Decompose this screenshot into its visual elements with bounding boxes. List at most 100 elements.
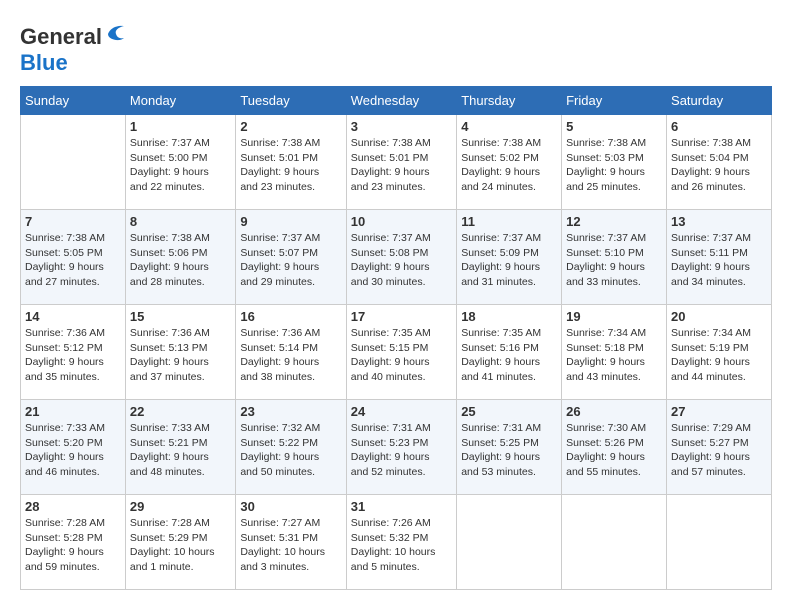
calendar-cell bbox=[562, 495, 667, 590]
day-number: 7 bbox=[25, 214, 121, 229]
logo-blue-text: Blue bbox=[20, 50, 68, 75]
calendar-cell: 16 Sunrise: 7:36 AMSunset: 5:14 PMDayligh… bbox=[236, 305, 346, 400]
day-info: Sunrise: 7:38 AMSunset: 5:01 PMDaylight:… bbox=[240, 136, 341, 195]
day-info: Sunrise: 7:29 AMSunset: 5:27 PMDaylight:… bbox=[671, 421, 767, 480]
day-info: Sunrise: 7:36 AMSunset: 5:14 PMDaylight:… bbox=[240, 326, 341, 385]
page-header: General Blue bbox=[20, 20, 772, 76]
column-header-wednesday: Wednesday bbox=[346, 87, 456, 115]
day-info: Sunrise: 7:31 AMSunset: 5:23 PMDaylight:… bbox=[351, 421, 452, 480]
day-info: Sunrise: 7:28 AMSunset: 5:29 PMDaylight:… bbox=[130, 516, 231, 575]
day-number: 13 bbox=[671, 214, 767, 229]
day-number: 8 bbox=[130, 214, 231, 229]
day-number: 27 bbox=[671, 404, 767, 419]
day-number: 21 bbox=[25, 404, 121, 419]
day-number: 1 bbox=[130, 119, 231, 134]
column-header-sunday: Sunday bbox=[21, 87, 126, 115]
calendar-cell: 7 Sunrise: 7:38 AMSunset: 5:05 PMDaylight… bbox=[21, 210, 126, 305]
day-info: Sunrise: 7:34 AMSunset: 5:18 PMDaylight:… bbox=[566, 326, 662, 385]
day-number: 5 bbox=[566, 119, 662, 134]
calendar-cell: 29 Sunrise: 7:28 AMSunset: 5:29 PMDayligh… bbox=[125, 495, 235, 590]
calendar-cell: 5 Sunrise: 7:38 AMSunset: 5:03 PMDaylight… bbox=[562, 115, 667, 210]
day-info: Sunrise: 7:32 AMSunset: 5:22 PMDaylight:… bbox=[240, 421, 341, 480]
day-info: Sunrise: 7:37 AMSunset: 5:08 PMDaylight:… bbox=[351, 231, 452, 290]
calendar-cell: 12 Sunrise: 7:37 AMSunset: 5:10 PMDayligh… bbox=[562, 210, 667, 305]
day-number: 29 bbox=[130, 499, 231, 514]
day-number: 11 bbox=[461, 214, 557, 229]
day-number: 10 bbox=[351, 214, 452, 229]
calendar-cell: 27 Sunrise: 7:29 AMSunset: 5:27 PMDayligh… bbox=[667, 400, 772, 495]
day-info: Sunrise: 7:33 AMSunset: 5:21 PMDaylight:… bbox=[130, 421, 231, 480]
calendar-cell bbox=[21, 115, 126, 210]
calendar-cell: 21 Sunrise: 7:33 AMSunset: 5:20 PMDayligh… bbox=[21, 400, 126, 495]
day-number: 31 bbox=[351, 499, 452, 514]
day-info: Sunrise: 7:36 AMSunset: 5:13 PMDaylight:… bbox=[130, 326, 231, 385]
calendar-cell bbox=[667, 495, 772, 590]
day-number: 16 bbox=[240, 309, 341, 324]
calendar-cell: 4Sunrise: 7:38 AMSunset: 5:02 PMDaylight… bbox=[457, 115, 562, 210]
day-info: Sunrise: 7:35 AMSunset: 5:16 PMDaylight:… bbox=[461, 326, 557, 385]
day-number: 24 bbox=[351, 404, 452, 419]
day-number: 2 bbox=[240, 119, 341, 134]
calendar-cell bbox=[457, 495, 562, 590]
calendar-week-row: 28 Sunrise: 7:28 AMSunset: 5:28 PMDayligh… bbox=[21, 495, 772, 590]
column-header-friday: Friday bbox=[562, 87, 667, 115]
calendar-cell: 25 Sunrise: 7:31 AMSunset: 5:25 PMDayligh… bbox=[457, 400, 562, 495]
day-number: 26 bbox=[566, 404, 662, 419]
day-number: 28 bbox=[25, 499, 121, 514]
day-number: 12 bbox=[566, 214, 662, 229]
day-number: 20 bbox=[671, 309, 767, 324]
day-info: Sunrise: 7:31 AMSunset: 5:25 PMDaylight:… bbox=[461, 421, 557, 480]
column-header-thursday: Thursday bbox=[457, 87, 562, 115]
calendar-cell: 13Sunrise: 7:37 AMSunset: 5:11 PMDayligh… bbox=[667, 210, 772, 305]
calendar-table: SundayMondayTuesdayWednesdayThursdayFrid… bbox=[20, 86, 772, 590]
calendar-cell: 26 Sunrise: 7:30 AMSunset: 5:26 PMDayligh… bbox=[562, 400, 667, 495]
calendar-cell: 10 Sunrise: 7:37 AMSunset: 5:08 PMDayligh… bbox=[346, 210, 456, 305]
column-header-monday: Monday bbox=[125, 87, 235, 115]
calendar-cell: 9 Sunrise: 7:37 AMSunset: 5:07 PMDaylight… bbox=[236, 210, 346, 305]
day-number: 15 bbox=[130, 309, 231, 324]
day-number: 9 bbox=[240, 214, 341, 229]
calendar-week-row: 21 Sunrise: 7:33 AMSunset: 5:20 PMDayligh… bbox=[21, 400, 772, 495]
calendar-cell: 18 Sunrise: 7:35 AMSunset: 5:16 PMDayligh… bbox=[457, 305, 562, 400]
day-info: Sunrise: 7:37 AMSunset: 5:10 PMDaylight:… bbox=[566, 231, 662, 290]
calendar-cell: 1 Sunrise: 7:37 AMSunset: 5:00 PMDaylight… bbox=[125, 115, 235, 210]
day-info: Sunrise: 7:38 AMSunset: 5:03 PMDaylight:… bbox=[566, 136, 662, 195]
day-number: 3 bbox=[351, 119, 452, 134]
day-number: 19 bbox=[566, 309, 662, 324]
logo: General Blue bbox=[20, 20, 128, 76]
calendar-cell: 24 Sunrise: 7:31 AMSunset: 5:23 PMDayligh… bbox=[346, 400, 456, 495]
logo-bird-icon bbox=[104, 20, 128, 44]
day-info: Sunrise: 7:28 AMSunset: 5:28 PMDaylight:… bbox=[25, 516, 121, 575]
calendar-cell: 22 Sunrise: 7:33 AMSunset: 5:21 PMDayligh… bbox=[125, 400, 235, 495]
calendar-cell: 2 Sunrise: 7:38 AMSunset: 5:01 PMDaylight… bbox=[236, 115, 346, 210]
day-number: 14 bbox=[25, 309, 121, 324]
calendar-cell: 3Sunrise: 7:38 AMSunset: 5:01 PMDaylight… bbox=[346, 115, 456, 210]
day-info: Sunrise: 7:38 AMSunset: 5:02 PMDaylight:… bbox=[461, 136, 557, 195]
day-number: 23 bbox=[240, 404, 341, 419]
calendar-week-row: 14 Sunrise: 7:36 AMSunset: 5:12 PMDayligh… bbox=[21, 305, 772, 400]
day-info: Sunrise: 7:37 AMSunset: 5:07 PMDaylight:… bbox=[240, 231, 341, 290]
day-info: Sunrise: 7:33 AMSunset: 5:20 PMDaylight:… bbox=[25, 421, 121, 480]
column-header-tuesday: Tuesday bbox=[236, 87, 346, 115]
calendar-cell: 8Sunrise: 7:38 AMSunset: 5:06 PMDaylight… bbox=[125, 210, 235, 305]
day-info: Sunrise: 7:36 AMSunset: 5:12 PMDaylight:… bbox=[25, 326, 121, 385]
day-info: Sunrise: 7:35 AMSunset: 5:15 PMDaylight:… bbox=[351, 326, 452, 385]
day-info: Sunrise: 7:27 AMSunset: 5:31 PMDaylight:… bbox=[240, 516, 341, 575]
calendar-week-row: 1 Sunrise: 7:37 AMSunset: 5:00 PMDaylight… bbox=[21, 115, 772, 210]
day-info: Sunrise: 7:37 AMSunset: 5:00 PMDaylight:… bbox=[130, 136, 231, 195]
day-info: Sunrise: 7:37 AMSunset: 5:09 PMDaylight:… bbox=[461, 231, 557, 290]
day-info: Sunrise: 7:38 AMSunset: 5:05 PMDaylight:… bbox=[25, 231, 121, 290]
calendar-header-row: SundayMondayTuesdayWednesdayThursdayFrid… bbox=[21, 87, 772, 115]
day-number: 6 bbox=[671, 119, 767, 134]
calendar-week-row: 7 Sunrise: 7:38 AMSunset: 5:05 PMDaylight… bbox=[21, 210, 772, 305]
day-info: Sunrise: 7:34 AMSunset: 5:19 PMDaylight:… bbox=[671, 326, 767, 385]
day-number: 22 bbox=[130, 404, 231, 419]
day-info: Sunrise: 7:30 AMSunset: 5:26 PMDaylight:… bbox=[566, 421, 662, 480]
day-number: 25 bbox=[461, 404, 557, 419]
calendar-cell: 31 Sunrise: 7:26 AMSunset: 5:32 PMDayligh… bbox=[346, 495, 456, 590]
day-number: 30 bbox=[240, 499, 341, 514]
calendar-cell: 23 Sunrise: 7:32 AMSunset: 5:22 PMDayligh… bbox=[236, 400, 346, 495]
day-info: Sunrise: 7:26 AMSunset: 5:32 PMDaylight:… bbox=[351, 516, 452, 575]
logo-general-text: General bbox=[20, 24, 102, 49]
day-number: 18 bbox=[461, 309, 557, 324]
